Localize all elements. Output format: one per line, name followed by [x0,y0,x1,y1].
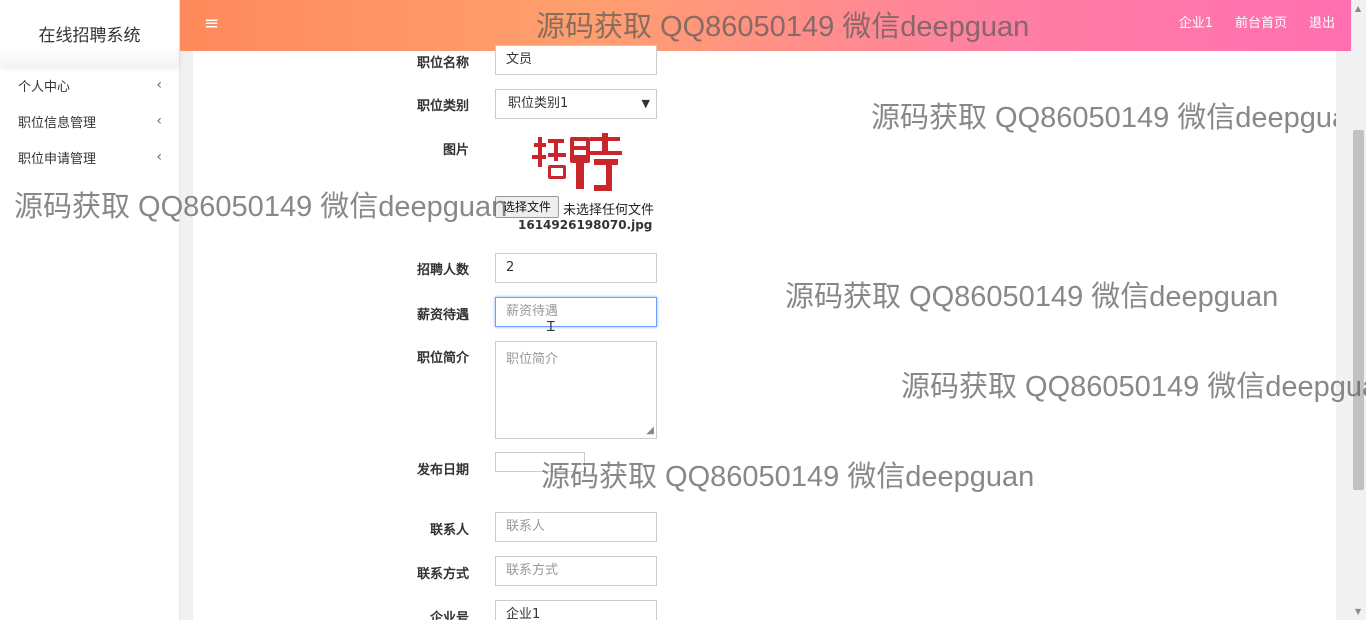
app-title: 在线招聘系统 [0,0,179,66]
job-name-input[interactable]: 文员 [495,45,657,75]
image-label: 图片 [442,143,469,158]
job-category-value: 职位类别1 [508,96,569,111]
sidebar-nav: 个人中心 ‹ 职位信息管理 ‹ 职位申请管理 ‹ [0,67,179,175]
file-status-text: 未选择任何文件 [563,203,655,218]
job-intro-label: 职位简介 [417,351,470,366]
frontend-home-link[interactable]: 前台首页 [1235,12,1287,31]
headcount-label: 招聘人数 [417,263,470,278]
chevron-left-icon: ‹ [156,77,162,93]
sidebar-item-job-info[interactable]: 职位信息管理 ‹ [0,103,179,139]
job-category-label: 职位类别 [417,99,470,114]
resize-handle-icon[interactable]: ◢ [646,426,654,436]
job-name-label: 职位名称 [417,56,470,71]
scroll-down-icon[interactable]: ▼ [1355,607,1361,616]
job-category-select[interactable]: 职位类别1 ▼ [495,89,657,119]
contact-input[interactable]: 联系人 [495,512,657,542]
chevron-left-icon: ‹ [156,113,162,129]
scrollbar-thumb[interactable] [1353,130,1364,490]
headcount-input[interactable]: 2 [495,253,657,283]
sidebar-item-label: 职位申请管理 [18,151,97,167]
salary-input[interactable]: 薪资待遇 [495,297,657,327]
contact-label: 联系人 [429,523,469,538]
logout-link[interactable]: 退出 [1309,12,1335,31]
page-scrollbar[interactable]: ▲ ▼ [1351,0,1366,620]
job-intro-placeholder: 职位简介 [506,352,559,367]
salary-label: 薪资待遇 [417,308,470,323]
company-id-input[interactable]: 企业1 [495,600,657,620]
scroll-up-icon[interactable]: ▲ [1355,4,1361,13]
recruit-logo-image [532,133,622,191]
publish-date-label: 发布日期 [417,463,470,478]
chevron-left-icon: ‹ [156,149,162,165]
choose-file-button[interactable]: 选择文件 [495,196,559,218]
header-links: 企业1 前台首页 退出 [1179,0,1335,42]
contact-info-input[interactable]: 联系方式 [495,556,657,586]
text-cursor-icon: Ɪ [547,319,555,335]
publish-date-input[interactable] [495,452,585,472]
sidebar-item-personal-center[interactable]: 个人中心 ‹ [0,67,179,103]
top-header: ≡ 企业1 前台首页 退出 [180,0,1351,51]
company-id-label: 企业号 [429,611,469,620]
job-intro-textarea[interactable]: 职位简介 ◢ [495,341,657,439]
menu-toggle-icon[interactable]: ≡ [204,14,219,34]
sidebar: 在线招聘系统 个人中心 ‹ 职位信息管理 ‹ 职位申请管理 ‹ [0,0,180,620]
sidebar-item-job-application[interactable]: 职位申请管理 ‹ [0,139,179,175]
sidebar-item-label: 职位信息管理 [18,115,97,131]
form-panel: 职位名称 文员 职位类别 职位类别1 ▼ 图片 选择文件 未选择任何文件 161… [193,45,1336,620]
uploaded-file-name: 1614926198070.jpg [518,218,653,232]
contact-info-label: 联系方式 [417,567,470,582]
chevron-down-icon: ▼ [641,97,650,110]
user-link[interactable]: 企业1 [1179,12,1213,31]
sidebar-item-label: 个人中心 [18,79,71,95]
